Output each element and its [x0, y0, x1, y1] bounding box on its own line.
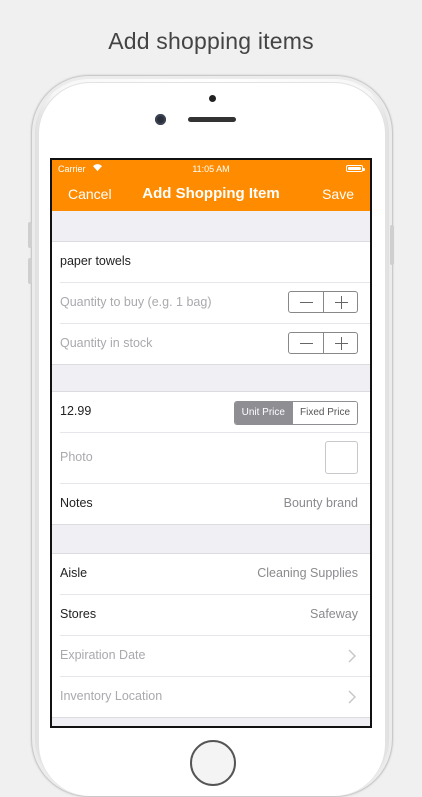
inventory-location-label: Inventory Location [60, 689, 163, 703]
stores-label: Stores [60, 607, 97, 621]
increment-button[interactable] [324, 292, 358, 312]
chevron-right-icon [348, 649, 356, 663]
top-bar: Carrier 11:05 AM Cancel Add Shopping Ite… [52, 160, 370, 211]
item-name-field[interactable]: paper towels [60, 254, 131, 268]
home-button[interactable] [190, 740, 236, 786]
navigation-bar: Cancel Add Shopping Item Save [52, 178, 370, 211]
decrement-button[interactable] [289, 333, 324, 353]
notes-label: Notes [60, 496, 93, 510]
volume-button [28, 258, 32, 284]
quantity-in-stock-row: Quantity in stock [60, 324, 370, 364]
fixed-price-segment[interactable]: Fixed Price [291, 402, 357, 424]
earpiece-speaker [188, 117, 236, 122]
status-time: 11:05 AM [192, 164, 230, 174]
photo-row[interactable]: Photo [60, 433, 370, 484]
stores-value: Safeway [310, 607, 358, 621]
increment-button[interactable] [324, 333, 358, 353]
photo-thumbnail[interactable] [325, 441, 358, 474]
price-type-segmented-control[interactable]: Unit Price Fixed Price [233, 401, 358, 425]
quantity-in-stock-field[interactable]: Quantity in stock [60, 336, 152, 350]
notes-row[interactable]: Notes Bounty brand [60, 484, 370, 524]
chevron-right-icon [348, 690, 356, 704]
quantity-to-buy-stepper[interactable] [288, 291, 358, 313]
front-camera [155, 114, 166, 125]
status-bar: Carrier 11:05 AM [52, 160, 370, 178]
quantity-to-buy-row: Quantity to buy (e.g. 1 bag) [60, 283, 370, 324]
volume-button [28, 222, 32, 248]
unit-price-segment[interactable]: Unit Price [234, 402, 292, 424]
app-screen: Carrier 11:05 AM Cancel Add Shopping Ite… [50, 158, 372, 728]
save-button[interactable]: Save [322, 186, 354, 202]
inventory-location-row[interactable]: Inventory Location [60, 677, 370, 717]
quantity-to-buy-field[interactable]: Quantity to buy (e.g. 1 bag) [60, 295, 211, 309]
expiration-date-row[interactable]: Expiration Date [60, 636, 370, 677]
price-field[interactable]: 12.99 [60, 404, 91, 418]
item-section: paper towels Quantity to buy (e.g. 1 bag… [52, 241, 370, 365]
proximity-sensor [209, 95, 216, 102]
item-name-row[interactable]: paper towels [60, 242, 370, 283]
aisle-row[interactable]: Aisle Cleaning Supplies [60, 554, 370, 595]
decrement-button[interactable] [289, 292, 324, 312]
battery-icon [346, 165, 365, 172]
notes-value: Bounty brand [283, 496, 358, 510]
aisle-label: Aisle [60, 566, 88, 580]
quantity-in-stock-stepper[interactable] [288, 332, 358, 354]
price-row: 12.99 Unit Price Fixed Price [60, 392, 370, 433]
stores-row[interactable]: Stores Safeway [60, 595, 370, 636]
pricing-section: 12.99 Unit Price Fixed Price Photo Notes… [52, 391, 370, 525]
power-button [390, 225, 394, 265]
expiration-date-label: Expiration Date [60, 648, 146, 662]
promo-caption: Add shopping items [108, 28, 314, 54]
photo-label: Photo [60, 450, 93, 464]
aisle-value: Cleaning Supplies [257, 566, 358, 580]
location-section: Aisle Cleaning Supplies Stores Safeway E… [52, 553, 370, 718]
